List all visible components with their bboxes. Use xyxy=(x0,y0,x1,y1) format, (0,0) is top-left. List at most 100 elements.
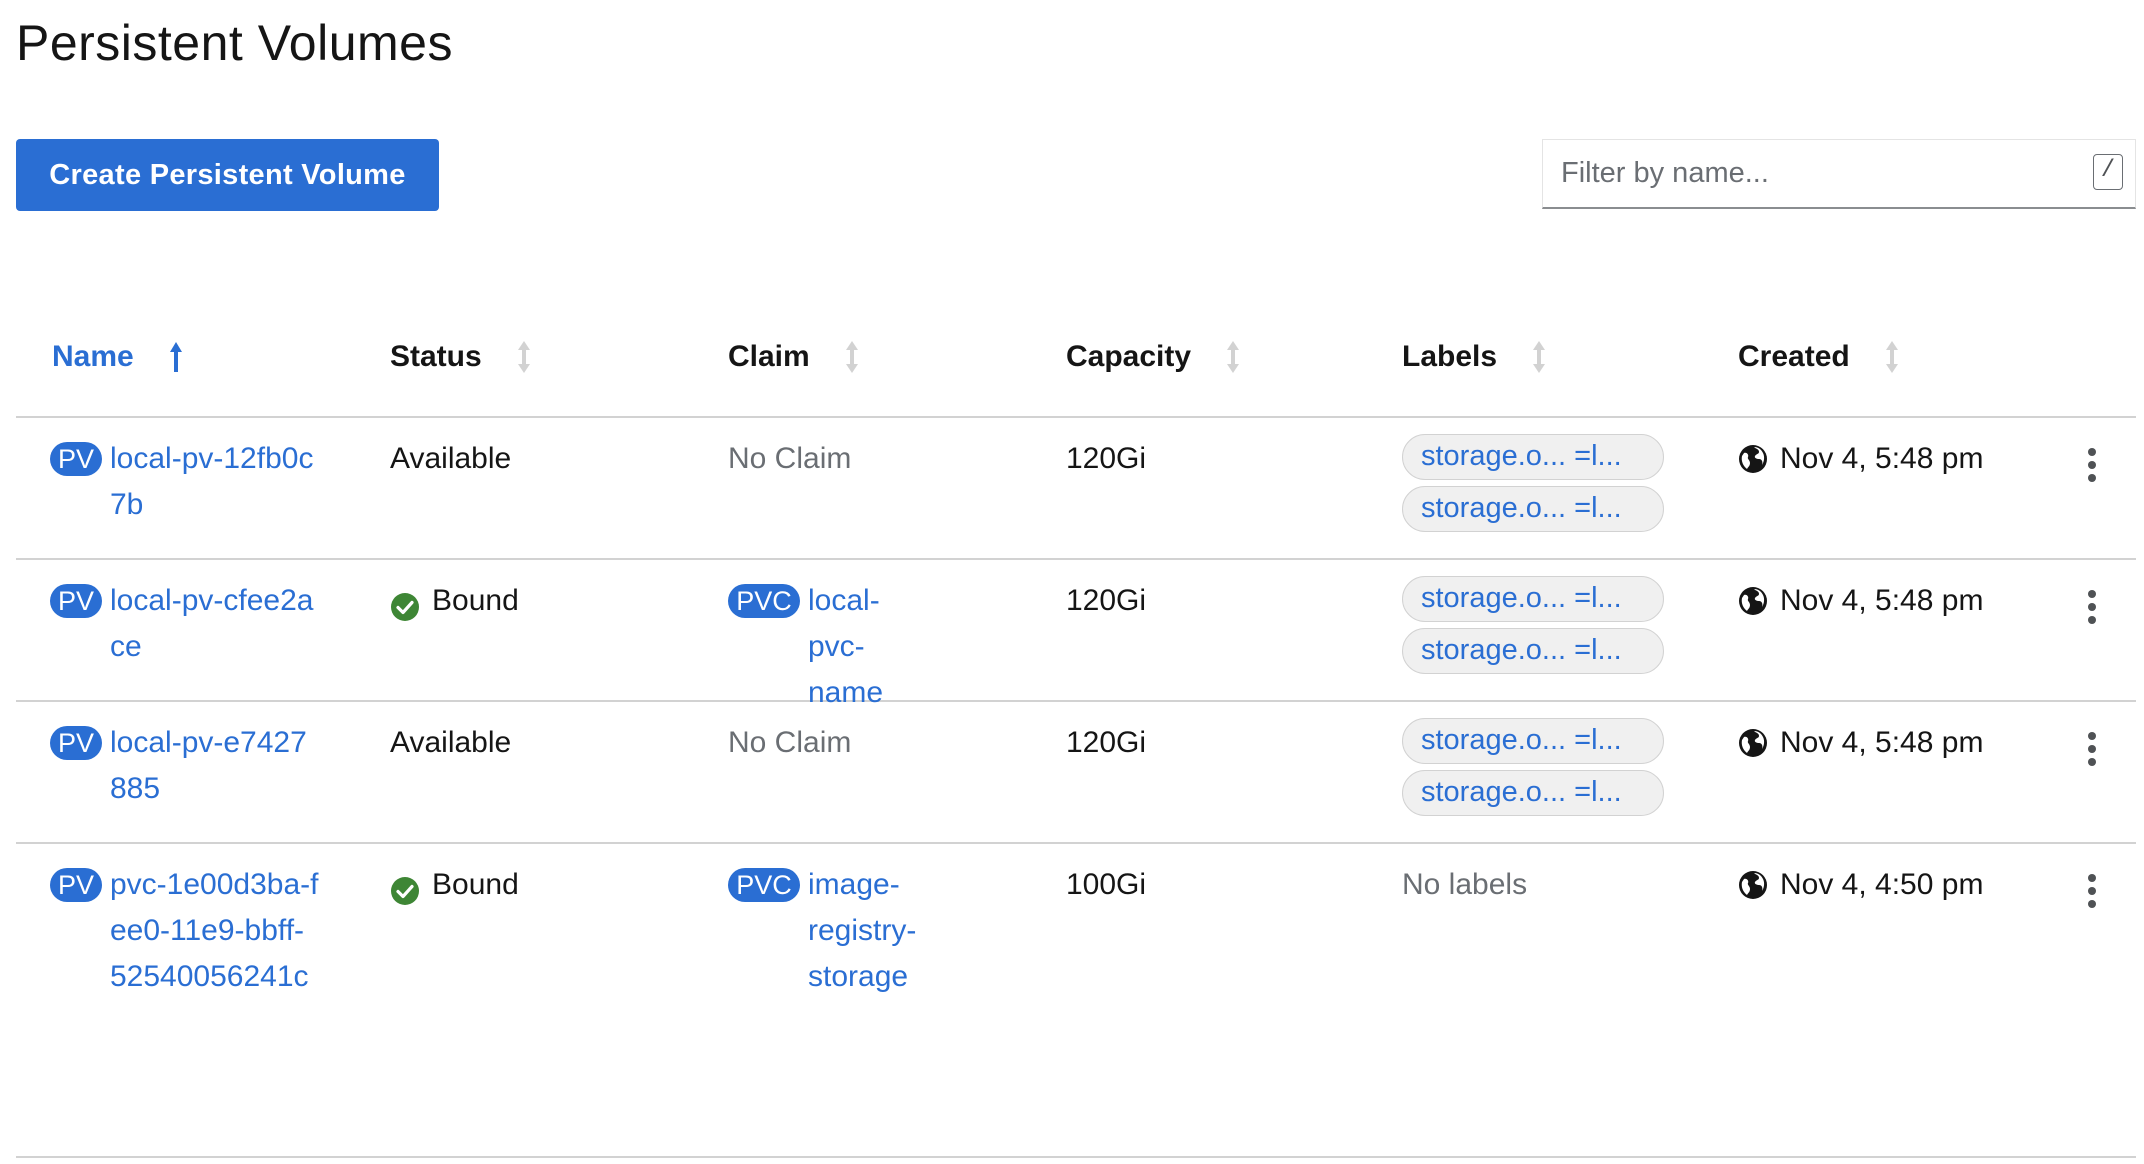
created-cell: Nov 4, 4:50 pm xyxy=(1738,862,1983,908)
column-header-label: Claim xyxy=(728,340,810,373)
column-header-created[interactable]: Created xyxy=(1738,340,1900,374)
kebab-dot xyxy=(2088,448,2096,456)
created-cell: Nov 4, 5:48 pm xyxy=(1738,436,1983,482)
column-header-capacity[interactable]: Capacity xyxy=(1066,340,1241,374)
pvc-badge: PVC xyxy=(728,868,800,902)
table-row: PV local-pv-e7427885 Available No Claim 120G… xyxy=(16,702,2136,844)
no-claim-text: No Claim xyxy=(728,442,852,475)
pv-badge: PV xyxy=(50,584,102,618)
kebab-icon[interactable] xyxy=(2082,590,2102,630)
kebab-icon[interactable] xyxy=(2082,448,2102,488)
kebab-dot xyxy=(2088,461,2096,469)
no-claim-text: No Claim xyxy=(728,726,852,759)
column-header-label: Labels xyxy=(1402,340,1498,373)
sort-icon xyxy=(1225,340,1241,374)
status-cell: Available xyxy=(390,436,511,482)
pv-badge: PV xyxy=(50,442,102,476)
label-chip[interactable]: storage.o... =l... xyxy=(1402,434,1664,480)
kebab-dot xyxy=(2088,603,2096,611)
labels-cell: No labels xyxy=(1402,862,1527,908)
status-text: Bound xyxy=(432,584,519,617)
created-cell: Nov 4, 5:48 pm xyxy=(1738,578,1983,624)
kebab-dot xyxy=(2088,732,2096,740)
labels-cell: storage.o... =l... storage.o... =l... xyxy=(1402,434,1664,538)
sort-icon xyxy=(1884,340,1900,374)
claim-link[interactable]: local-pvc-name xyxy=(808,578,948,716)
column-header-claim[interactable]: Claim xyxy=(728,340,860,374)
column-header-label: Name xyxy=(52,340,134,373)
kebab-icon[interactable] xyxy=(2082,874,2102,914)
table-row: PV local-pv-12fb0c7b Available No Claim 120G… xyxy=(16,418,2136,560)
status-cell: Bound xyxy=(390,578,519,624)
kebab-dot xyxy=(2088,474,2096,482)
created-text: Nov 4, 5:48 pm xyxy=(1780,726,1984,759)
column-header-label: Capacity xyxy=(1066,340,1192,373)
no-labels-text: No labels xyxy=(1402,868,1528,901)
page-title: Persistent Volumes xyxy=(16,15,453,71)
labels-cell: storage.o... =l... storage.o... =l... xyxy=(1402,576,1664,680)
label-chip[interactable]: storage.o... =l... xyxy=(1402,628,1664,674)
globe-icon xyxy=(1738,868,1768,914)
slash-shortcut-icon: / xyxy=(2093,154,2123,190)
claim-link[interactable]: image-registry-storage xyxy=(808,862,948,1000)
table-row: PV pvc-1e00d3ba-fee0-11e9-bbff-5254005624… xyxy=(16,844,2136,1158)
label-chip[interactable]: storage.o... =l... xyxy=(1402,770,1664,816)
sort-icon xyxy=(1531,340,1547,374)
claim-cell: PVC local-pvc-name xyxy=(728,578,948,716)
kebab-dot xyxy=(2088,758,2096,766)
labels-cell: storage.o... =l... storage.o... =l... xyxy=(1402,718,1664,822)
claim-cell: No Claim xyxy=(728,720,851,766)
check-circle-icon xyxy=(390,874,420,920)
filter-by-name-input[interactable] xyxy=(1543,140,2063,206)
label-chip[interactable]: storage.o... =l... xyxy=(1402,718,1664,764)
sort-icon xyxy=(844,340,860,374)
globe-icon xyxy=(1738,584,1768,630)
pv-name-link[interactable]: local-pv-cfee2ace xyxy=(110,578,320,670)
kebab-icon[interactable] xyxy=(2082,732,2102,772)
status-cell: Available xyxy=(390,720,511,766)
column-header-name[interactable]: Name xyxy=(52,340,184,374)
column-header-label: Created xyxy=(1738,340,1850,373)
name-cell: PV local-pv-e7427885 xyxy=(50,720,340,812)
globe-icon xyxy=(1738,442,1768,488)
kebab-dot xyxy=(2088,745,2096,753)
globe-icon xyxy=(1738,726,1768,772)
name-cell: PV local-pv-12fb0c7b xyxy=(50,436,340,528)
created-text: Nov 4, 4:50 pm xyxy=(1780,868,1984,901)
column-header-label: Status xyxy=(390,340,482,373)
kebab-dot xyxy=(2088,590,2096,598)
capacity-cell: 120Gi xyxy=(1066,442,1147,475)
name-cell: PV pvc-1e00d3ba-fee0-11e9-bbff-5254005624… xyxy=(50,862,340,1000)
capacity-cell: 120Gi xyxy=(1066,726,1147,759)
label-chip[interactable]: storage.o... =l... xyxy=(1402,486,1664,532)
persistent-volumes-table: Name Status Claim Capacity Labels Created PV l… xyxy=(16,320,2136,1158)
capacity-cell: 100Gi xyxy=(1066,868,1147,901)
pv-name-link[interactable]: pvc-1e00d3ba-fee0-11e9-bbff-52540056241c xyxy=(110,862,320,1000)
created-text: Nov 4, 5:48 pm xyxy=(1780,442,1984,475)
create-persistent-volume-button[interactable]: Create Persistent Volume xyxy=(16,139,439,211)
sort-icon xyxy=(516,340,532,374)
pv-name-link[interactable]: local-pv-12fb0c7b xyxy=(110,436,320,528)
pv-name-link[interactable]: local-pv-e7427885 xyxy=(110,720,320,812)
claim-cell: PVC image-registry-storage xyxy=(728,862,948,1000)
status-cell: Bound xyxy=(390,862,519,908)
claim-cell: No Claim xyxy=(728,436,851,482)
status-text: Available xyxy=(390,726,512,759)
pvc-badge: PVC xyxy=(728,584,800,618)
check-circle-icon xyxy=(390,590,420,636)
label-chip[interactable]: storage.o... =l... xyxy=(1402,576,1664,622)
capacity-cell: 120Gi xyxy=(1066,584,1147,617)
arrow-up-icon xyxy=(168,340,184,374)
column-header-labels[interactable]: Labels xyxy=(1402,340,1547,374)
column-header-status[interactable]: Status xyxy=(390,340,532,374)
kebab-dot xyxy=(2088,616,2096,624)
pv-badge: PV xyxy=(50,726,102,760)
kebab-dot xyxy=(2088,887,2096,895)
kebab-dot xyxy=(2088,900,2096,908)
created-text: Nov 4, 5:48 pm xyxy=(1780,584,1984,617)
filter-box: / xyxy=(1542,139,2136,209)
pv-badge: PV xyxy=(50,868,102,902)
created-cell: Nov 4, 5:48 pm xyxy=(1738,720,1983,766)
status-text: Bound xyxy=(432,868,519,901)
status-text: Available xyxy=(390,442,512,475)
